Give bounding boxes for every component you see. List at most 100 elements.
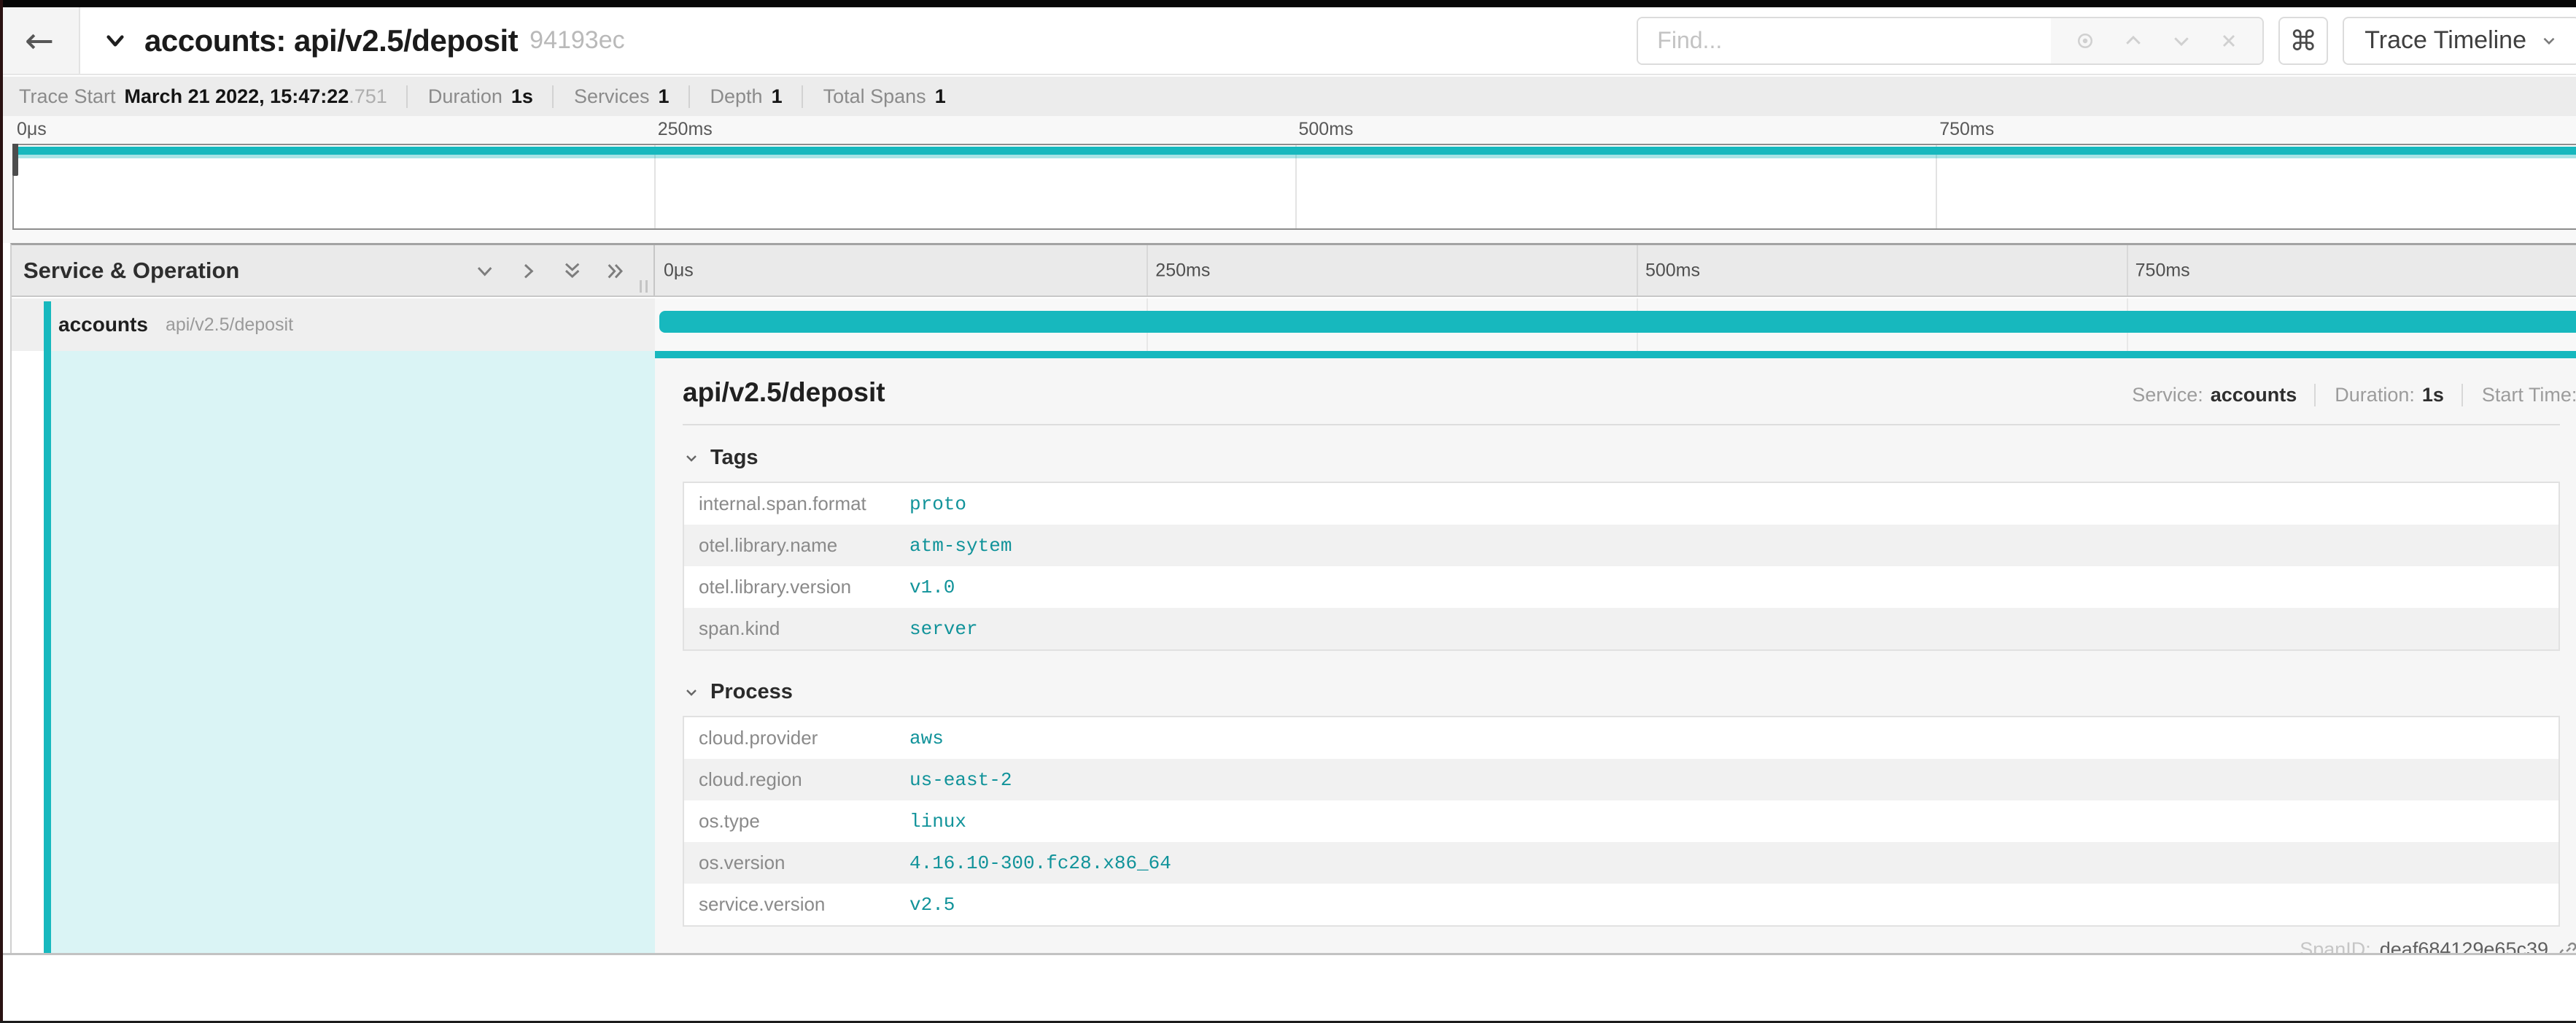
find-box [1637,17,2264,65]
minimap-span-bar [14,147,2576,155]
service-operation-header: Service & Operation [12,245,655,296]
process-value: linux [895,800,2559,842]
summary-item: Trace Start March 21 2022, 15:47:22 .751 [19,85,387,108]
service-operation-title: Service & Operation [23,258,239,284]
tag-value: proto [895,482,2559,525]
process-row: cloud.provider aws [683,717,2559,759]
column-resizer-grip[interactable] [640,280,648,293]
find-next-icon[interactable] [2170,30,2192,52]
summary-item: Duration 1s [406,85,533,108]
expand-one-button[interactable] [516,259,540,282]
tag-value: atm-sytem [895,525,2559,566]
process-key: cloud.provider [683,717,895,759]
process-section-toggle[interactable]: Process [683,680,2560,704]
tag-row: span.kind server [683,608,2559,650]
tag-key: otel.library.version [683,566,895,608]
process-row: service.version v2.5 [683,884,2559,926]
timeline-tick-label: 0μs [655,260,694,281]
back-button[interactable]: ← [0,7,80,74]
tags-section-toggle[interactable]: Tags [683,446,2560,470]
section-bottom-border [0,953,2576,955]
span-meta-label: Service: [2132,384,2203,406]
process-table: cloud.provider aws cloud.region us-east-… [683,716,2560,927]
find-prev-icon[interactable] [2122,30,2144,52]
span-detail-panel: api/v2.5/deposit Service:accounts Durati… [655,351,2576,953]
minimap-tick-label: 750ms [1939,119,1994,140]
summary-label: Depth [710,85,763,108]
collapse-all-button[interactable] [560,259,583,282]
timeline-tick-header: 0μs 250ms 500ms 750ms [655,245,2576,296]
span-duration-bar[interactable] [659,311,2576,333]
process-key: cloud.region [683,759,895,800]
minimap-scrubber-handle[interactable] [12,144,18,176]
double-chevron-right-icon [604,259,627,282]
spanid-value: deaf684129e65c39 [2380,938,2548,953]
tag-row: otel.library.version v1.0 [683,566,2559,608]
process-section-label: Process [710,680,793,704]
tag-value: server [895,608,2559,650]
view-selector-label: Trace Timeline [2364,26,2526,55]
trace-id-short: 94193ec [529,26,624,55]
double-chevron-down-icon [560,259,583,282]
chevron-down-icon [683,684,700,701]
window-top-bar [0,0,2576,7]
detail-divider [683,424,2560,425]
collapse-one-button[interactable] [473,259,496,282]
span-meta-value: accounts [2211,384,2297,406]
span-meta-item: Service: accounts [2132,384,2297,406]
find-tools [2051,18,2262,63]
minimap-tick-label: 250ms [658,119,713,140]
expand-all-button[interactable] [604,259,627,282]
tags-section-label: Tags [710,446,759,470]
chevron-down-icon [473,259,496,282]
tag-row: otel.library.name atm-sytem [683,525,2559,566]
trace-title-wrap: accounts: api/v2.5/deposit 94193ec [101,23,625,58]
summary-value: 1s [511,85,533,108]
minimap-span-shadow-bar [14,155,2576,158]
process-value: aws [895,717,2559,759]
summary-value: March 21 2022, 15:47:22 [125,85,349,108]
jaeger-trace-page: ← accounts: api/v2.5/deposit 94193ec [0,0,2576,1023]
summary-item: Total Spans 1 [802,85,946,108]
selected-span-row-highlight [51,351,655,953]
find-input[interactable] [1638,18,2051,63]
timeline-minimap[interactable] [12,144,2576,230]
summary-label: Services [574,85,650,108]
trace-collapse-toggle[interactable] [101,29,130,53]
span-row[interactable]: accounts api/v2.5/deposit [12,298,2576,351]
timeline-minimap-area: 0μs 250ms 500ms 750ms [0,116,2576,243]
minimap-tick-label: 500ms [1299,119,1354,140]
span-service-name: accounts [58,313,148,336]
clear-search-icon[interactable] [2219,31,2239,51]
window-left-edge [0,0,3,1023]
span-meta-item: Duration:1s [2314,384,2444,406]
span-meta-label: Start Time: [2482,384,2576,406]
process-row: os.version 4.16.10-300.fc28.x86_64 [683,842,2559,884]
trace-summary-bar: Trace Start March 21 2022, 15:47:22 .751… [0,77,2576,116]
process-row: cloud.region us-east-2 [683,759,2559,800]
span-name-cell[interactable]: accounts api/v2.5/deposit [12,298,655,351]
span-track [655,298,2576,351]
deep-link-icon[interactable] [2557,939,2576,954]
summary-value: 1 [772,85,783,108]
keyboard-shortcuts-button[interactable]: ⌘ [2278,17,2328,65]
header-controls: ⌘ Trace Timeline [1637,17,2576,65]
process-key: os.type [683,800,895,842]
summary-value-suffix: .751 [349,85,387,108]
span-color-stripe [44,301,51,953]
tag-value: v1.0 [895,566,2559,608]
tag-key: span.kind [683,608,895,650]
tag-key: otel.library.name [683,525,895,566]
span-detail-footer: SpanID: deaf684129e65c39 [683,938,2576,953]
summary-label: Total Spans [823,85,926,108]
summary-label: Duration [428,85,503,108]
timeline-tick-label: 250ms [1147,260,1210,281]
summary-value: 1 [935,85,946,108]
chevron-right-icon [516,259,540,282]
locate-span-icon[interactable] [2074,30,2096,52]
chevron-down-icon [101,29,130,53]
process-value: us-east-2 [895,759,2559,800]
view-selector-button[interactable]: Trace Timeline [2343,17,2576,65]
timeline-tick-label: 750ms [2127,260,2190,281]
process-value: 4.16.10-300.fc28.x86_64 [895,842,2559,884]
